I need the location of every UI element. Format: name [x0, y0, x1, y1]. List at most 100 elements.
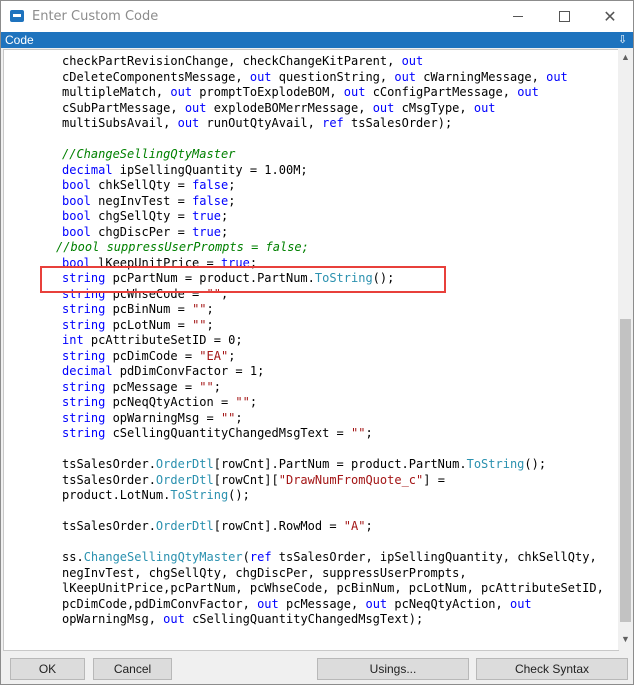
- code-line: negInvTest, chgSellQty, chgDiscPer, supp…: [62, 566, 467, 582]
- code-line: string cSellingQuantityChangedMsgText = …: [62, 426, 373, 442]
- code-token: cSubPartMessage,: [62, 100, 185, 115]
- code-token: tsSalesOrder.: [62, 472, 156, 487]
- code-token: cMsgType,: [394, 100, 474, 115]
- code-token: "": [235, 395, 250, 409]
- code-token: ();: [524, 457, 547, 471]
- code-line: pcDimCode,pdDimConvFactor, out pcMessage…: [62, 597, 532, 613]
- code-line: string pcLotNum = "";: [62, 318, 214, 334]
- code-token: ToString: [466, 457, 525, 471]
- check-syntax-button[interactable]: Check Syntax: [476, 658, 628, 680]
- code-line: bool chgDiscPer = true;: [62, 225, 228, 241]
- code-token: ;: [220, 224, 229, 239]
- code-token: decimal: [62, 364, 113, 378]
- code-line: decimal ipSellingQuantity = 1.00M;: [62, 163, 308, 179]
- code-line: tsSalesOrder.OrderDtl[rowCnt].PartNum = …: [62, 457, 546, 473]
- code-token: int: [62, 333, 84, 347]
- maximize-button[interactable]: [541, 1, 587, 32]
- code-token: out: [509, 596, 532, 611]
- code-token: product.LotNum.: [62, 488, 171, 502]
- code-token: negInvTest, chgSellQty, chgDiscPer, supp…: [62, 565, 467, 580]
- scroll-thumb[interactable]: [620, 319, 631, 622]
- code-token: tsSalesOrder.: [62, 519, 156, 533]
- code-token: out: [394, 69, 417, 84]
- code-token: OrderDtl: [155, 457, 214, 471]
- code-line: //bool suppressUserPrompts = false;: [56, 240, 309, 256]
- dialog-footer: OK Cancel Usings... Check Syntax: [1, 652, 633, 684]
- code-token: pcNeqQtyAction =: [105, 395, 236, 409]
- scroll-down-arrow-icon[interactable]: ▼: [621, 634, 630, 644]
- usings-button[interactable]: Usings...: [317, 658, 469, 680]
- code-line: decimal pdDimConvFactor = 1;: [62, 364, 264, 380]
- code-token: chkSellQty =: [90, 178, 193, 192]
- code-token: //bool suppressUserPrompts = false;: [56, 240, 309, 254]
- code-token: ToString: [170, 488, 229, 502]
- code-token: string: [62, 317, 106, 332]
- highlight-annotation-box: [40, 266, 446, 293]
- code-token: "A": [343, 519, 366, 533]
- title-bar: Enter Custom Code ✕: [1, 1, 633, 32]
- code-editor[interactable]: checkPartRevisionChange, checkChangeKitP…: [3, 49, 619, 651]
- code-token: ;: [206, 317, 214, 332]
- code-token: cSellingQuantityChangedMsgText);: [184, 612, 424, 626]
- code-token: opWarningMsg =: [105, 410, 221, 425]
- minimize-button[interactable]: [495, 1, 541, 32]
- code-token: ();: [228, 488, 250, 502]
- maximize-icon: [559, 11, 570, 22]
- code-token: negInvTest =: [90, 193, 193, 208]
- code-token: multiSubsAvail,: [62, 116, 178, 130]
- close-button[interactable]: ✕: [587, 1, 633, 32]
- code-token: promptToExplodeBOM,: [192, 85, 344, 99]
- code-token: string: [62, 302, 106, 316]
- code-token: out: [170, 85, 193, 99]
- code-token: string: [62, 348, 106, 363]
- code-token: "": [199, 379, 214, 394]
- pin-icon[interactable]: ⇩: [618, 32, 627, 48]
- code-token: "": [220, 410, 236, 425]
- ok-button[interactable]: OK: [10, 658, 85, 680]
- code-token: "EA": [199, 348, 229, 363]
- code-token: out: [249, 69, 272, 84]
- code-section-label: Code: [5, 33, 34, 47]
- code-token: opWarningMsg,: [62, 612, 164, 626]
- code-line: int pcAttributeSetID = 0;: [62, 333, 243, 349]
- code-token: pcBinNum =: [105, 302, 193, 316]
- code-line: multipleMatch, out promptToExplodeBOM, o…: [62, 85, 539, 101]
- app-icon: [10, 10, 24, 22]
- code-token: string: [62, 379, 106, 394]
- custom-code-dialog: Enter Custom Code ✕ Code ⇩ checkPartRevi…: [0, 0, 634, 685]
- scroll-up-arrow-icon[interactable]: ▲: [621, 52, 630, 62]
- code-token: out: [401, 54, 424, 68]
- code-token: out: [546, 69, 568, 84]
- code-token: pcMessage =: [105, 379, 200, 394]
- cancel-button[interactable]: Cancel: [93, 658, 172, 680]
- code-token: ;: [249, 395, 258, 409]
- code-line: cDeleteComponentsMessage, out questionSt…: [62, 70, 568, 86]
- minimize-icon: [513, 16, 523, 17]
- code-token: ;: [228, 348, 236, 363]
- code-token: "": [192, 317, 207, 332]
- code-token: ;: [228, 178, 236, 192]
- code-token: tsSalesOrder);: [343, 116, 453, 130]
- code-token: out: [177, 116, 200, 130]
- code-line: bool chkSellQty = false;: [62, 178, 235, 194]
- code-token: out: [343, 85, 366, 99]
- code-token: cConfigPartMessage,: [365, 85, 518, 99]
- code-token: runOutQtyAvail,: [199, 116, 323, 130]
- code-line: multiSubsAvail, out runOutQtyAvail, ref …: [62, 116, 452, 132]
- code-token: ;: [220, 209, 229, 223]
- code-token: OrderDtl: [155, 519, 214, 533]
- code-line: tsSalesOrder.OrderDtl[rowCnt]["DrawNumFr…: [62, 473, 445, 489]
- code-token: out: [473, 100, 496, 115]
- code-token: ;: [206, 302, 214, 316]
- code-token: pcNeqQtyAction,: [387, 596, 510, 611]
- code-token: lKeepUnitPrice,pcPartNum, pcWhseCode, pc…: [62, 581, 604, 595]
- code-token: ss.: [62, 550, 84, 564]
- code-token: ;: [365, 519, 373, 533]
- code-token: cSellingQuantityChangedMsgText =: [105, 426, 351, 440]
- code-token: out: [184, 100, 207, 115]
- code-token: out: [257, 596, 279, 611]
- vertical-scrollbar[interactable]: ▲ ▼: [618, 49, 633, 650]
- code-line: tsSalesOrder.OrderDtl[rowCnt].RowMod = "…: [62, 519, 373, 535]
- code-line: lKeepUnitPrice,pcPartNum, pcWhseCode, pc…: [62, 581, 604, 597]
- code-token: chgSellQty =: [90, 209, 193, 223]
